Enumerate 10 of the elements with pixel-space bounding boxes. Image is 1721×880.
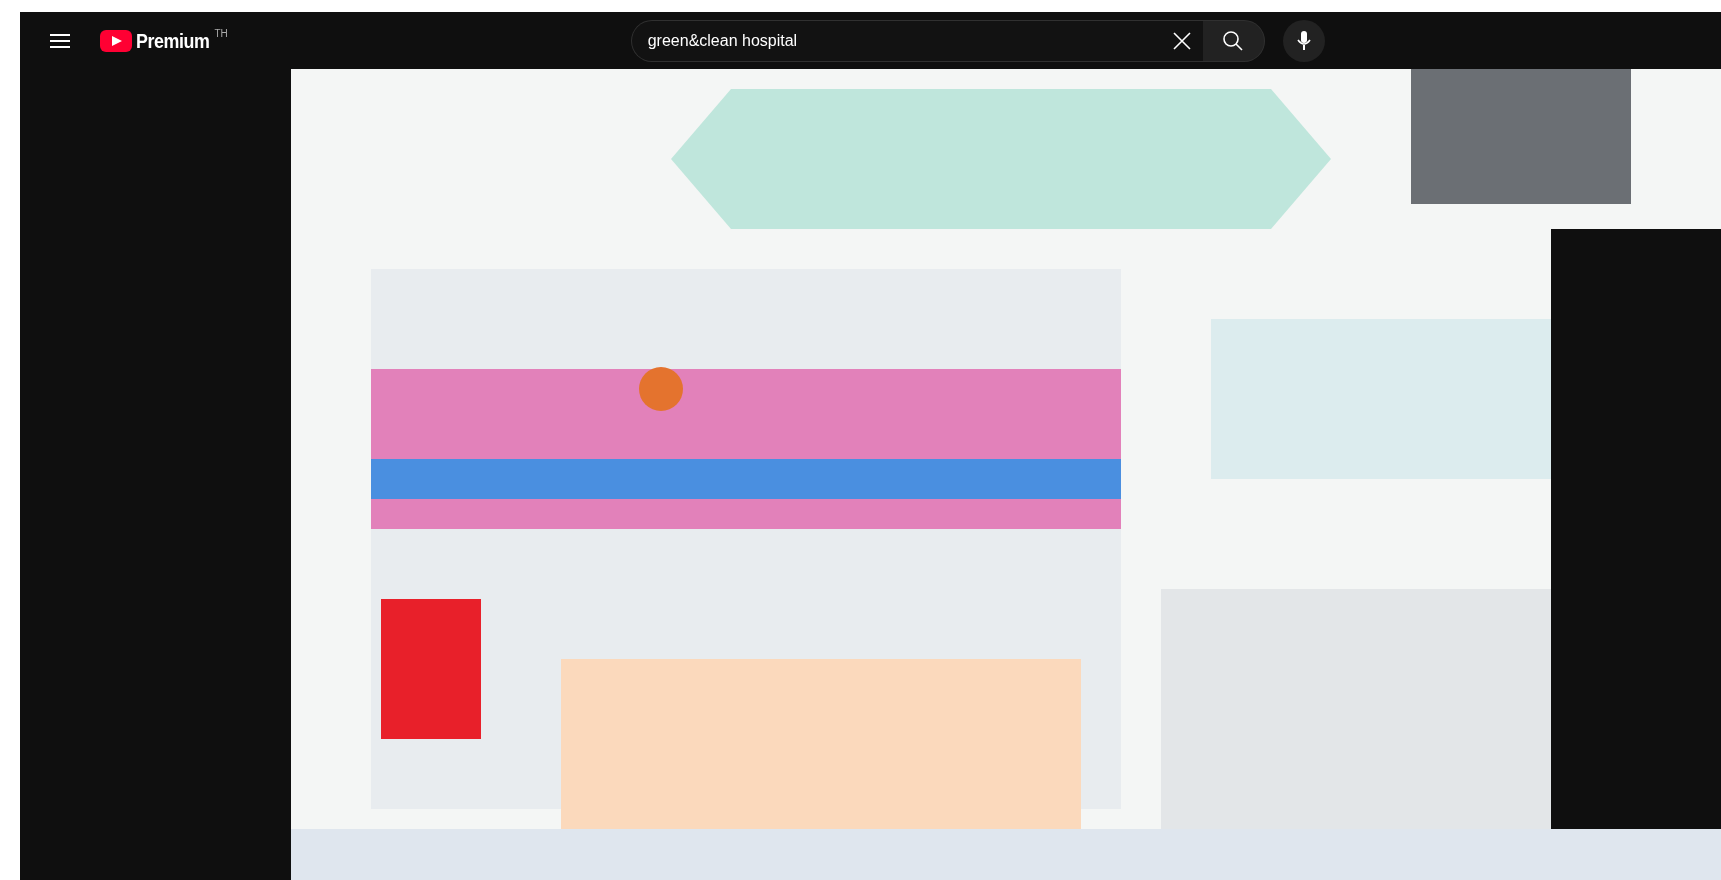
search-button[interactable]	[1202, 19, 1265, 62]
search-icon	[1222, 29, 1245, 52]
clear-button[interactable]	[1160, 19, 1203, 62]
region-label: TH	[214, 27, 228, 41]
play-logo-icon	[100, 29, 132, 52]
logo-text[interactable]: Premium	[136, 24, 210, 57]
menu-icon[interactable]	[50, 32, 70, 49]
search-field[interactable]: green&clean hospital	[630, 19, 1161, 62]
close-icon	[1171, 30, 1192, 51]
microphone-icon	[1296, 30, 1311, 51]
